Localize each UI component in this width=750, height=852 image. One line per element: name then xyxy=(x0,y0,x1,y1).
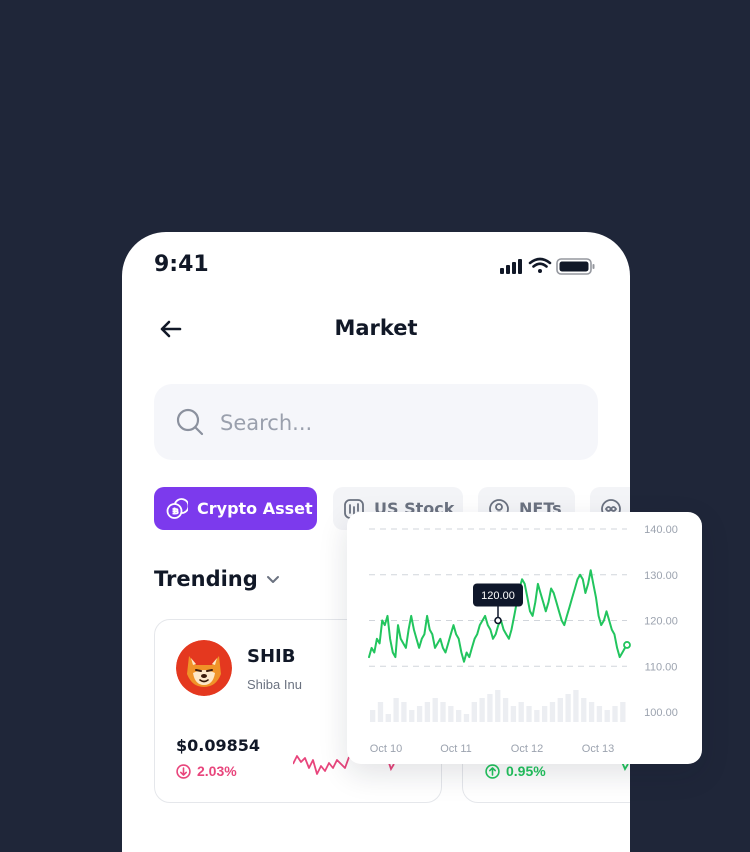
volume-bar xyxy=(370,710,376,722)
price-line-chart: 100.00 110.00 120.00 130.00 140.00 Oct 10 Oct… xyxy=(368,524,678,755)
volume-bar xyxy=(534,710,540,722)
volume-bar xyxy=(620,702,626,722)
y-tick-label: 110.00 xyxy=(645,661,678,673)
volume-bar xyxy=(393,698,399,722)
chevron-down-icon[interactable] xyxy=(265,574,281,586)
volume-bar xyxy=(377,702,384,722)
y-tick-label: 130.00 xyxy=(644,570,678,582)
coin-change-value: 2.03% xyxy=(197,763,237,779)
y-tick-label: 140.00 xyxy=(644,524,678,536)
signal-icon xyxy=(500,259,522,274)
coin-change: 2.03% xyxy=(176,763,237,779)
tab-label: Crypto Asset xyxy=(197,499,313,518)
search-input[interactable] xyxy=(218,404,582,442)
crypto-coins-icon xyxy=(166,497,188,519)
status-icons xyxy=(500,257,595,275)
coin-price: $0.09854 xyxy=(176,736,261,755)
coin-change-value: 0.95% xyxy=(506,763,546,779)
wifi-icon xyxy=(528,257,552,273)
volume-bar xyxy=(479,698,485,722)
volume-bar xyxy=(487,694,493,722)
volume-bar xyxy=(401,702,407,722)
volume-bar xyxy=(432,698,438,722)
shiba-inu-logo xyxy=(176,640,232,696)
y-tick-label: 120.00 xyxy=(644,616,678,628)
volume-bar xyxy=(456,710,462,722)
volume-bar xyxy=(581,698,587,722)
x-tick-label: Oct 13 xyxy=(582,743,614,755)
battery-icon xyxy=(556,258,595,275)
volume-bar xyxy=(463,714,470,722)
volume-bar xyxy=(518,702,524,722)
arrow-up-circle-icon xyxy=(485,763,500,779)
tooltip-point xyxy=(494,616,502,625)
volume-bar xyxy=(416,706,423,722)
volume-bar xyxy=(471,702,477,722)
tooltip-label: 120.00 xyxy=(481,590,515,602)
status-time: 9:41 xyxy=(154,252,209,277)
search-icon xyxy=(176,408,204,436)
volume-bar xyxy=(542,706,548,722)
x-tick-label: Oct 11 xyxy=(440,743,472,755)
volume-bar xyxy=(596,706,603,722)
volume-bar xyxy=(409,710,415,722)
coin-name: Shiba Inu xyxy=(247,677,302,692)
coin-symbol: SHIB xyxy=(247,646,296,667)
volume-bar xyxy=(495,690,501,722)
tab-crypto-asset[interactable]: Crypto Asset xyxy=(154,487,317,530)
volume-bar xyxy=(557,698,563,722)
volume-bar xyxy=(526,706,532,722)
volume-bar xyxy=(588,702,595,722)
section-title: Trending xyxy=(154,567,258,591)
page-title: Market xyxy=(334,316,418,340)
volume-bar xyxy=(440,702,446,722)
coin-change: 0.95% xyxy=(485,763,546,779)
arrow-down-circle-icon xyxy=(176,763,191,779)
volume-bar xyxy=(385,714,391,722)
volume-bar xyxy=(549,702,556,722)
x-tick-label: Oct 10 xyxy=(370,743,402,755)
x-tick-label: Oct 12 xyxy=(511,743,543,755)
volume-bar xyxy=(502,698,509,722)
volume-bar xyxy=(510,706,517,722)
price-chart-card: 100.00 110.00 120.00 130.00 140.00 Oct 10 Oct… xyxy=(347,512,702,764)
volume-bar xyxy=(424,702,431,722)
search-bar[interactable] xyxy=(154,384,598,460)
volume-bar xyxy=(573,690,579,722)
volume-bar xyxy=(565,694,571,722)
volume-bar xyxy=(604,710,610,722)
chart-end-point xyxy=(623,641,631,649)
volume-bar xyxy=(448,706,454,722)
volume-bar xyxy=(612,706,618,722)
y-tick-label: 100.00 xyxy=(644,707,678,719)
